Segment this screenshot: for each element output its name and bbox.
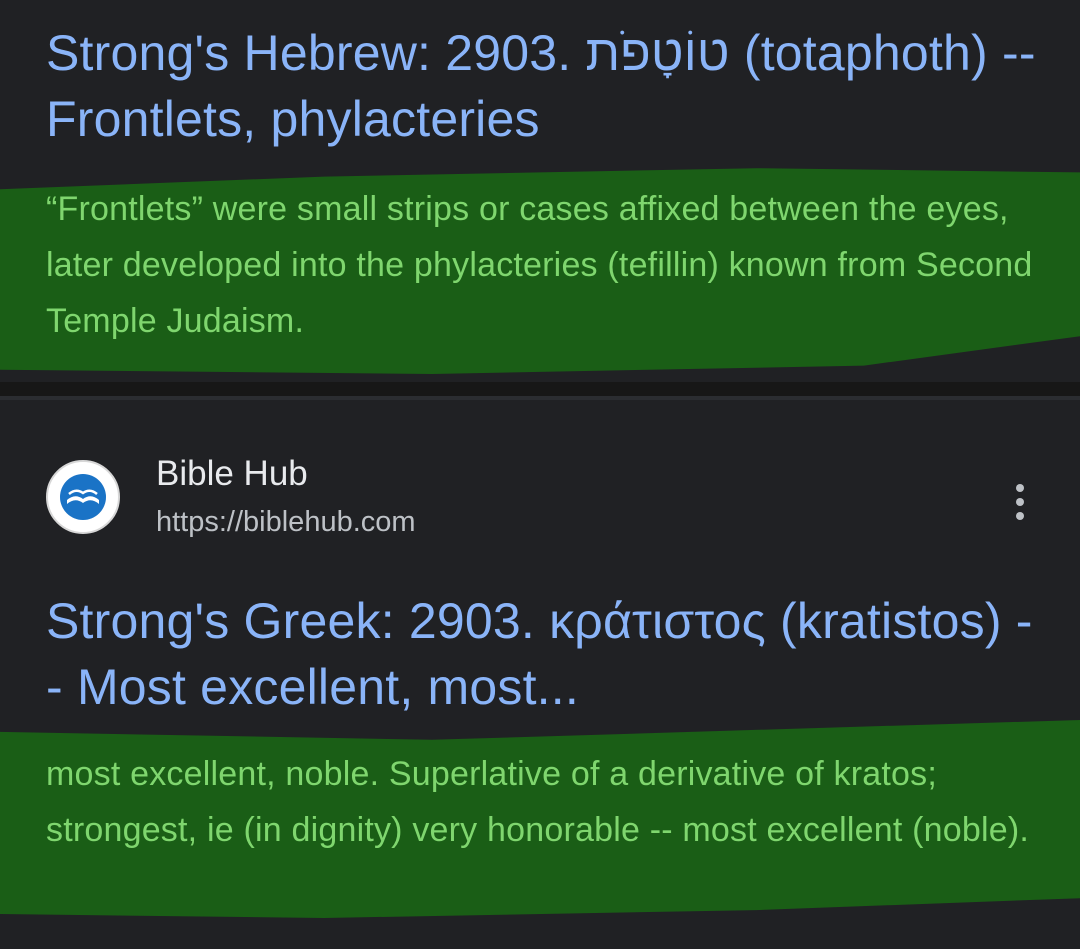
biblehub-logo-icon [46,460,120,534]
result-title-link[interactable]: Strong's Greek: 2903. κράτιστος (kratist… [46,588,1046,720]
search-result-2: Bible Hub https://biblehub.com Strong's … [0,400,1080,949]
site-url: https://biblehub.com [156,506,416,538]
site-name: Bible Hub [156,454,308,493]
result-snippet: “Frontlets” were small strips or cases a… [46,190,1033,340]
result-snippet: most excellent, noble. Superlative of a … [46,755,1030,849]
result-divider [0,382,1080,400]
more-vert-icon[interactable] [1000,480,1040,524]
result-source[interactable]: Bible Hub https://biblehub.com [0,452,1080,542]
result-title-link[interactable]: Strong's Hebrew: 2903. טוֹטָפֹת (totapho… [46,20,1046,152]
search-result-1: Strong's Hebrew: 2903. טוֹטָפֹת (totapho… [0,0,1080,382]
